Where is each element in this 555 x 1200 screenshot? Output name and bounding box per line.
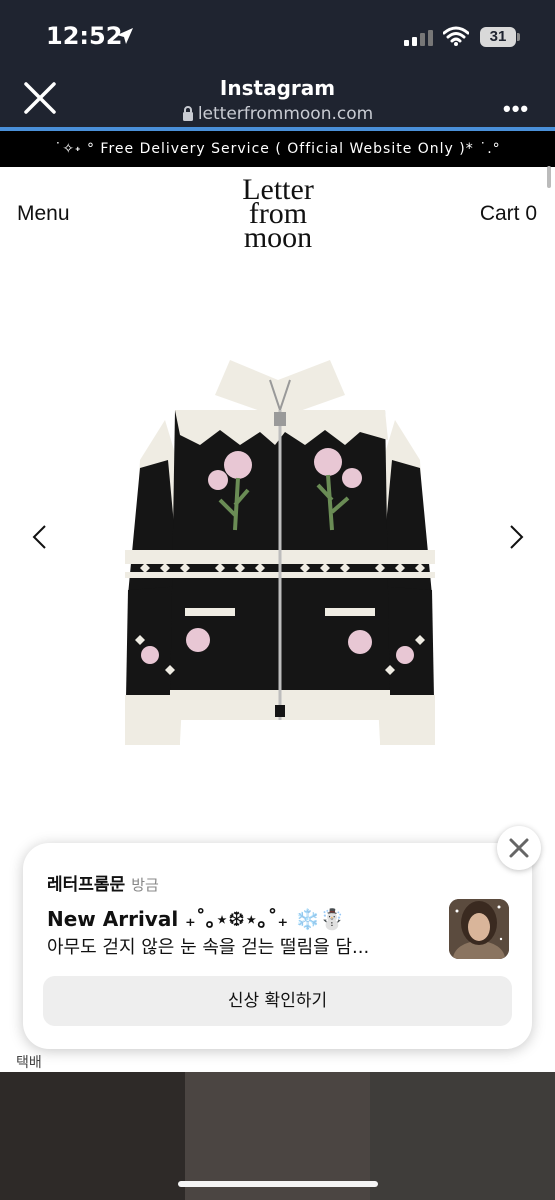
notification-body: 아무도 걷지 않은 눈 속을 걷는 떨림을 담... [47,937,370,958]
notification-time: 방금 [131,876,159,894]
browser-title: Instagram [219,76,336,100]
scrollbar[interactable] [547,166,551,188]
product-image[interactable] [120,350,440,760]
battery-indicator: 31 [480,27,520,47]
wifi-icon [443,26,469,46]
notification-title: New Arrival ₊˚｡⋆❆⋆｡˚₊ ❄️☃️ [47,907,345,931]
notification-close-icon[interactable] [497,826,541,870]
carousel-prev-icon[interactable] [30,524,50,550]
menu-link[interactable]: Menu [17,202,70,226]
notification-sender: 레터프롬문 방금 [47,870,159,895]
browser-top-bar: 12:52 31 Instagram letterfrommoon.com ••… [0,0,555,131]
location-arrow-icon [117,28,133,44]
notification-card[interactable]: 레터프롬문 방금 New Arrival ₊˚｡⋆❆⋆｡˚₊ ❄️☃️ 아무도 걷… [23,843,532,1049]
more-options-icon[interactable]: ••• [503,96,529,122]
check-new-arrivals-button[interactable]: 신상 확인하기 [43,976,512,1026]
logo-line: moon [243,221,313,254]
site-logo[interactable]: Letter from moon [228,175,328,254]
cellular-signal-icon [404,30,433,46]
notification-sender-name: 레터프롬문 [47,875,126,895]
cart-link[interactable]: Cart 0 [480,202,537,226]
promo-banner: ˙✧˖ ° Free Delivery Service ( Official W… [0,131,555,167]
carousel-next-icon[interactable] [506,524,526,550]
notification-thumbnail [449,899,509,959]
url-text: letterfrommoon.com [197,104,374,124]
url-display[interactable]: letterfrommoon.com [0,104,555,124]
shipping-label: 택배 [16,1054,42,1070]
status-time: 12:52 [46,22,123,50]
lock-icon [182,106,193,121]
home-indicator[interactable] [178,1181,378,1187]
